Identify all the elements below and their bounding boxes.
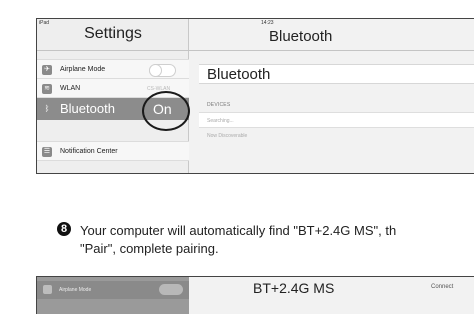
settings-screenshot: iPad 14:23 Settings Bluetooth ✈ Airplane… (36, 18, 474, 174)
sidebar-title: Settings (84, 25, 142, 42)
sidebar-item-label: Airplane Mode (59, 287, 92, 293)
wifi-icon: ≋ (42, 84, 52, 94)
highlight-circle (142, 91, 190, 131)
sidebar-item-notification-center[interactable]: ☰ Notification Center (37, 141, 189, 161)
searching-row: Searching... (199, 112, 474, 128)
divider (37, 50, 189, 51)
detail-title: Bluetooth (269, 28, 333, 45)
searching-text: Searching... (207, 118, 234, 124)
bluetooth-setting-label: Bluetooth (207, 66, 271, 83)
sidebar-item-airplane-mode[interactable]: ✈ Airplane Mode (37, 59, 189, 79)
sidebar-item-label: WLAN (60, 85, 81, 92)
airplane-icon (43, 285, 52, 294)
bluetooth-setting-row[interactable]: Bluetooth (199, 64, 474, 84)
connect-button[interactable]: Connect (431, 284, 453, 290)
bluetooth-icon: ᛒ (44, 104, 50, 113)
discoverable-note: Now Discoverable (207, 133, 248, 139)
airplane-icon: ✈ (42, 65, 52, 75)
sidebar-item-airplane-mode[interactable]: Airplane Mode (37, 281, 189, 299)
instruction-line-2: "Pair", complete pairing. (80, 241, 219, 256)
airplane-mode-toggle[interactable] (159, 284, 183, 295)
divider (189, 50, 474, 51)
sidebar-item-label: Airplane Mode (60, 66, 106, 73)
devices-section-header: DEVICES (207, 102, 231, 108)
airplane-mode-toggle[interactable] (149, 64, 176, 77)
device-title: BT+2.4G MS (253, 280, 335, 296)
instruction-line-1: Your computer will automatically find "B… (80, 223, 397, 238)
sidebar-item-label: Notification Center (60, 148, 118, 155)
notification-icon: ☰ (42, 147, 52, 157)
status-time: 14:23 (261, 20, 274, 26)
step-number-badge: 8 (57, 222, 71, 236)
pairing-screenshot: Airplane Mode BT+2.4G MS Connect (36, 276, 474, 314)
sidebar-item-label: Bluetooth (60, 101, 115, 116)
